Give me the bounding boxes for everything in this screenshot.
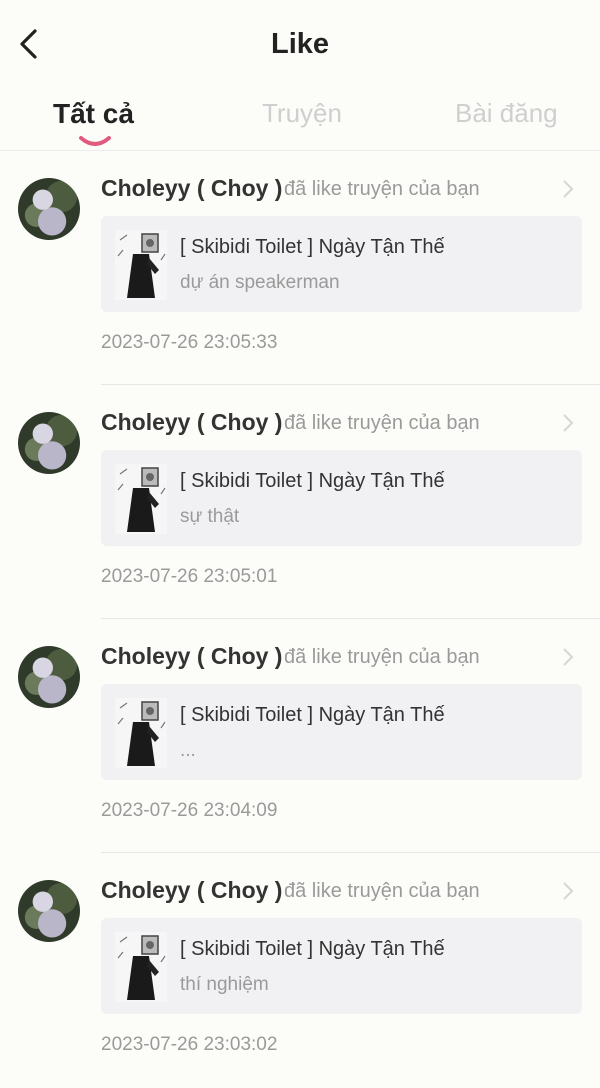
notification-item[interactable]: Choleyy ( Choy ) đã like truyện của bạn … [0, 386, 600, 620]
notification-item[interactable]: Choleyy ( Choy ) đã like truyện của bạn … [0, 152, 600, 386]
chevron-right-icon[interactable] [561, 178, 575, 200]
item-divider [101, 852, 600, 853]
active-tab-indicator [79, 136, 111, 146]
chevron-right-icon[interactable] [561, 646, 575, 668]
avatar[interactable] [18, 412, 80, 474]
timestamp: 2023-07-26 23:04:09 [101, 800, 278, 821]
tab-posts[interactable]: Bài đăng [455, 98, 558, 129]
user-name[interactable]: Choleyy ( Choy ) [101, 643, 282, 670]
tab-all[interactable]: Tất cả [53, 98, 134, 130]
tab-bar: Tất cả Truyện Bài đăng [0, 92, 600, 150]
story-title: [ Skibidi Toilet ] Ngày Tận Thế [180, 938, 445, 960]
story-card[interactable]: [ Skibidi Toilet ] Ngày Tận Thế dự án sp… [101, 216, 582, 312]
action-text: đã like truyện của bạn [284, 178, 480, 200]
story-title: [ Skibidi Toilet ] Ngày Tận Thế [180, 470, 445, 492]
chapter-name: dự án speakerman [180, 272, 340, 293]
story-title: [ Skibidi Toilet ] Ngày Tận Thế [180, 704, 445, 726]
item-divider [101, 384, 600, 385]
avatar[interactable] [18, 178, 80, 240]
story-thumbnail [115, 230, 167, 300]
story-card[interactable]: [ Skibidi Toilet ] Ngày Tận Thế sự thật [101, 450, 582, 546]
notification-item[interactable]: Choleyy ( Choy ) đã like truyện của bạn … [0, 854, 600, 1088]
tab-stories[interactable]: Truyện [262, 98, 342, 129]
user-name[interactable]: Choleyy ( Choy ) [101, 175, 282, 202]
action-text: đã like truyện của bạn [284, 880, 480, 902]
user-name[interactable]: Choleyy ( Choy ) [101, 877, 282, 904]
avatar[interactable] [18, 646, 80, 708]
item-divider [101, 618, 600, 619]
chevron-right-icon[interactable] [561, 412, 575, 434]
chapter-name: thí nghiệm [180, 974, 269, 995]
story-thumbnail [115, 464, 167, 534]
avatar[interactable] [18, 880, 80, 942]
chapter-name: sự thật [180, 506, 240, 527]
action-text: đã like truyện của bạn [284, 412, 480, 434]
story-thumbnail [115, 932, 167, 1002]
chevron-right-icon[interactable] [561, 880, 575, 902]
story-card[interactable]: [ Skibidi Toilet ] Ngày Tận Thế ... [101, 684, 582, 780]
story-thumbnail [115, 698, 167, 768]
story-title: [ Skibidi Toilet ] Ngày Tận Thế [180, 236, 445, 258]
header-divider [0, 150, 600, 151]
top-bar: Like [0, 0, 600, 90]
timestamp: 2023-07-26 23:05:33 [101, 332, 278, 353]
story-card[interactable]: [ Skibidi Toilet ] Ngày Tận Thế thí nghi… [101, 918, 582, 1014]
notification-item[interactable]: Choleyy ( Choy ) đã like truyện của bạn … [0, 620, 600, 854]
timestamp: 2023-07-26 23:03:02 [101, 1034, 278, 1055]
timestamp: 2023-07-26 23:05:01 [101, 566, 278, 587]
action-text: đã like truyện của bạn [284, 646, 480, 668]
chapter-name: ... [180, 740, 196, 761]
page-title: Like [270, 28, 330, 60]
user-name[interactable]: Choleyy ( Choy ) [101, 409, 282, 436]
